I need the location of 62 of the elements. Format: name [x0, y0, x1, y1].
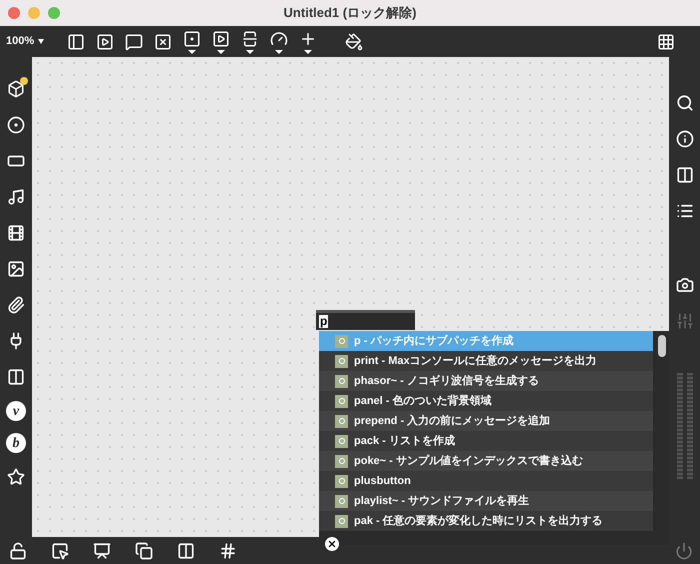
- close-window-icon[interactable]: [8, 7, 20, 19]
- zoom-dropdown[interactable]: 100%: [6, 33, 44, 50]
- camera-icon[interactable]: [676, 276, 694, 294]
- autocomplete-item[interactable]: playlist~ - サウンドファイルを再生: [319, 491, 653, 511]
- sidebar-panel-icon[interactable]: [67, 32, 86, 50]
- film-icon[interactable]: [7, 224, 25, 242]
- star-icon[interactable]: [7, 468, 25, 486]
- object-box[interactable]: p: [316, 310, 415, 330]
- level-meter-icon: [676, 373, 692, 479]
- object-icon: [335, 354, 348, 368]
- dot-square-icon[interactable]: [183, 30, 202, 48]
- list-icon[interactable]: [676, 202, 694, 220]
- paperclip-icon[interactable]: [7, 296, 25, 314]
- presentation-icon[interactable]: [93, 542, 111, 560]
- badge-button[interactable]: b: [6, 433, 26, 453]
- sliders-icon[interactable]: [676, 312, 694, 330]
- play-square-icon[interactable]: [96, 32, 114, 50]
- object-icon: [335, 514, 348, 528]
- scrollbar-thumb[interactable]: [658, 335, 666, 357]
- grid-icon[interactable]: [219, 542, 237, 560]
- unlocked-lock-icon[interactable]: [9, 542, 27, 560]
- grid-icon[interactable]: [657, 32, 675, 50]
- image-icon[interactable]: [7, 260, 25, 278]
- object-icon: [335, 434, 348, 448]
- close-icon: [327, 539, 337, 549]
- speech-bubble-icon[interactable]: [125, 32, 144, 50]
- columns-icon[interactable]: [676, 166, 694, 184]
- copy-icon[interactable]: [135, 542, 153, 560]
- autocomplete-item[interactable]: panel - 色のついた背景領域: [319, 391, 653, 411]
- object-icon: [335, 474, 348, 488]
- cube-icon[interactable]: [7, 80, 25, 98]
- badge-button[interactable]: v: [6, 401, 26, 421]
- split-square-icon[interactable]: [241, 30, 260, 48]
- music-note-icon[interactable]: [7, 188, 25, 206]
- window-title: Untitled1 (ロック解除): [284, 4, 416, 22]
- autocomplete-item[interactable]: print - Maxコンソールに任意のメッセージを出力: [319, 351, 653, 371]
- object-icon: [335, 494, 348, 508]
- close-popup-button[interactable]: [325, 537, 339, 551]
- target-icon[interactable]: [7, 116, 25, 134]
- pointer-square-icon[interactable]: [51, 542, 69, 560]
- columns-icon[interactable]: [7, 368, 25, 386]
- autocomplete-item[interactable]: prepend - 入力の前にメッセージを追加: [319, 411, 653, 431]
- paint-bucket-icon[interactable]: [345, 32, 364, 50]
- autocomplete-item[interactable]: pak - 任意の要素が変化した時にリストを出力する: [319, 511, 653, 531]
- caret-icon: [38, 39, 44, 44]
- object-icon: [335, 454, 348, 468]
- autocomplete-item[interactable]: pack - リストを作成: [319, 431, 653, 451]
- gauge-icon[interactable]: [270, 30, 288, 48]
- autocomplete-item[interactable]: poke~ - サンプル値をインデックスで書き込む: [319, 451, 653, 471]
- play-square-icon[interactable]: [212, 30, 230, 48]
- search-icon[interactable]: [676, 94, 694, 112]
- object-icon: [335, 394, 348, 408]
- object-icon: [335, 334, 348, 348]
- info-icon[interactable]: [676, 130, 694, 148]
- x-square-icon[interactable]: [154, 32, 172, 50]
- object-icon: [335, 374, 348, 388]
- object-box-text: p: [319, 315, 328, 328]
- columns-icon[interactable]: [177, 542, 195, 560]
- object-icon: [335, 414, 348, 428]
- autocomplete-item[interactable]: plusbutton: [319, 471, 653, 491]
- autocomplete-item[interactable]: phasor~ - ノコギリ波信号を生成する: [319, 371, 653, 391]
- power-icon[interactable]: [675, 542, 693, 560]
